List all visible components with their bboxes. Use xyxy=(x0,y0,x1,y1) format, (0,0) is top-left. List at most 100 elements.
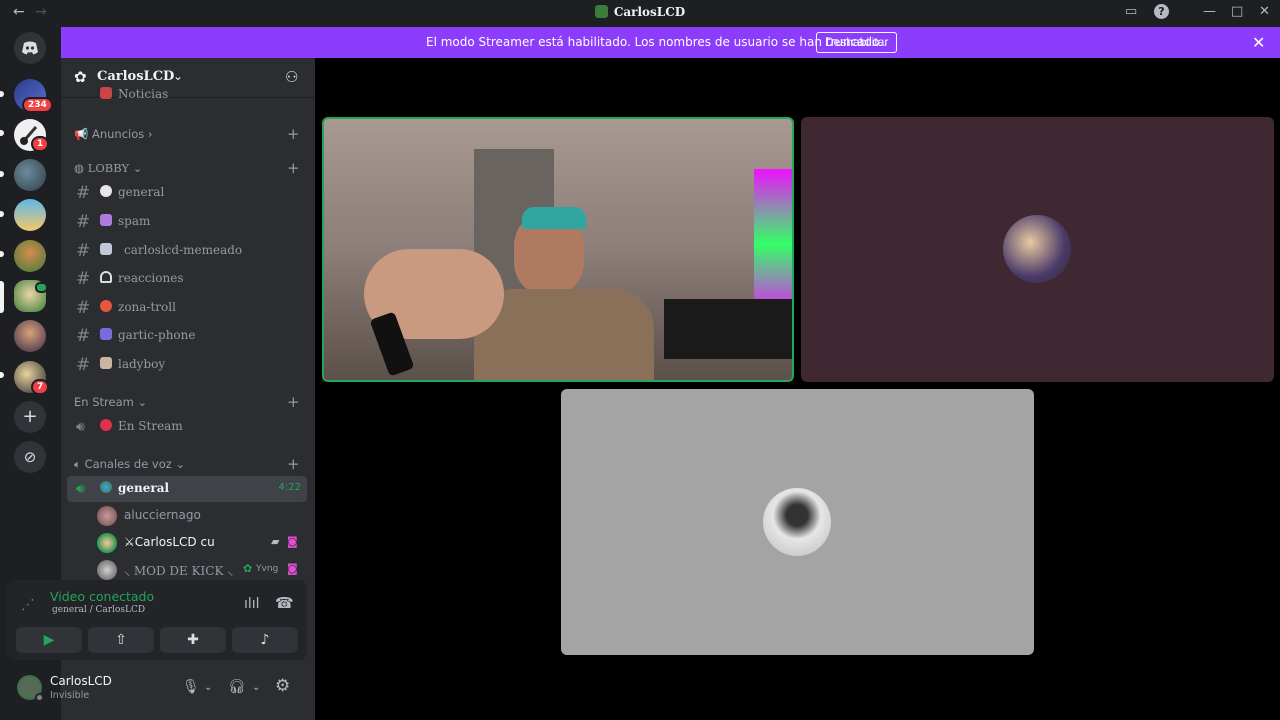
channel-emoji-icon xyxy=(100,214,112,226)
server-icon[interactable] xyxy=(14,320,46,352)
server-icon[interactable] xyxy=(14,240,46,272)
discover-icon[interactable]: ⊘ xyxy=(14,441,46,473)
server-badge-icon: ✿ xyxy=(74,68,87,86)
channel-spam[interactable]: # spam xyxy=(67,209,307,235)
server-icon[interactable] xyxy=(14,159,46,191)
close-icon[interactable]: ✕ xyxy=(1252,33,1265,52)
banner-message: El modo Streamer está habilitado. Los no… xyxy=(426,35,884,49)
add-channel-icon[interactable]: + xyxy=(287,393,300,411)
hash-icon: # xyxy=(76,355,91,375)
voice-user[interactable]: ⸜ MOD DE KICK ⸜ ✿ Yvng ◙ xyxy=(97,558,307,582)
streaming-icon: ◙ xyxy=(287,562,298,575)
category-anuncios[interactable]: 📢 Anuncios › xyxy=(74,127,153,141)
server-tag-icon: ✿ xyxy=(243,562,253,575)
voice-location[interactable]: general / CarlosLCD xyxy=(52,605,145,615)
streaming-icon: ◙ xyxy=(287,535,298,548)
channel-emoji-icon xyxy=(100,87,112,99)
hash-icon: # xyxy=(76,326,91,346)
channel-partial[interactable]: Noticias xyxy=(67,87,307,101)
chevron-down-icon[interactable]: ⌄ xyxy=(252,682,260,693)
camera-icon: ▰ xyxy=(271,535,280,548)
disconnect-icon[interactable]: ☎ xyxy=(275,594,294,612)
gear-icon[interactable]: ⚙ xyxy=(275,676,290,696)
mention-badge: 234 xyxy=(22,97,53,113)
channel-gartic-phone[interactable]: # gartic-phone xyxy=(67,323,307,349)
voice-channel-general[interactable]: 🔊︎ general 4:22 xyxy=(67,476,307,502)
speaker-icon: 🔊︎ xyxy=(76,481,85,497)
camera-button[interactable]: ▶ xyxy=(16,627,82,653)
headphones-icon[interactable]: 🎧︎ xyxy=(228,679,246,695)
selected-pill xyxy=(0,281,4,313)
hash-icon: # xyxy=(76,183,91,203)
discord-home-icon[interactable] xyxy=(14,32,46,64)
chevron-down-icon[interactable]: ⌄ xyxy=(204,682,212,693)
streamer-mode-banner: El modo Streamer está habilitado. Los no… xyxy=(61,27,1280,58)
hash-icon: # xyxy=(76,212,91,232)
live-dot-icon xyxy=(100,419,112,431)
avatar xyxy=(97,506,117,526)
username[interactable]: CarlosLCD xyxy=(50,674,112,688)
unread-pill xyxy=(0,251,4,257)
mention-badge: 7 xyxy=(31,379,50,395)
activities-button[interactable]: ✚ xyxy=(160,627,226,653)
voice-user[interactable]: ⚔CarlosLCD cu ▰ ◙ xyxy=(97,531,307,555)
desk xyxy=(664,299,792,359)
add-server-icon[interactable]: + xyxy=(14,401,46,433)
live-indicator-icon xyxy=(35,282,48,293)
disable-streamer-mode-button[interactable]: Deshabilitar xyxy=(816,32,898,53)
noise-suppression-icon[interactable]: ılıl xyxy=(244,596,260,612)
invite-people-icon[interactable]: ⚇ xyxy=(285,68,298,86)
channel-reacciones[interactable]: # reacciones xyxy=(67,266,307,292)
channel-emoji-icon xyxy=(100,357,112,369)
close-window-button[interactable]: ✕ xyxy=(1259,4,1270,19)
speech-bubble-icon xyxy=(100,185,112,197)
minimize-button[interactable]: — xyxy=(1203,4,1216,19)
hash-icon: # xyxy=(76,298,91,318)
unread-pill xyxy=(0,171,4,177)
video-tile-webcam[interactable] xyxy=(322,117,794,382)
video-tile-avatar[interactable] xyxy=(801,117,1274,382)
share-screen-button[interactable]: ⇧ xyxy=(88,627,154,653)
microphone-icon[interactable]: 🎙︎ xyxy=(182,679,200,695)
stage-channel-en-stream[interactable]: 🔊︎ En Stream xyxy=(67,414,307,440)
voice-user[interactable]: alucciernago xyxy=(97,504,307,528)
chevron-down-icon: ⌄ xyxy=(173,69,184,83)
server-tag: Yvng xyxy=(256,564,279,574)
participant-avatar xyxy=(1003,215,1071,283)
avatar xyxy=(97,533,117,553)
server-logo-icon xyxy=(594,5,608,18)
headphones-icon xyxy=(100,271,112,283)
channel-zona-troll[interactable]: # zona-troll xyxy=(67,295,307,321)
cap xyxy=(522,207,586,229)
hash-icon: # xyxy=(76,269,91,289)
add-channel-icon[interactable]: + xyxy=(287,125,300,143)
channel-emoji-icon xyxy=(100,243,112,255)
voice-status[interactable]: Video conectado xyxy=(50,589,154,604)
video-tile-avatar[interactable] xyxy=(561,389,1034,655)
category-lobby[interactable]: ◍ LOBBY ⌄ xyxy=(74,161,142,175)
soundboard-button[interactable]: ♪ xyxy=(232,627,298,653)
video-stage xyxy=(315,58,1280,720)
hash-icon: # xyxy=(76,241,91,261)
add-channel-icon[interactable]: + xyxy=(287,455,300,473)
category-canales-de-voz[interactable]: 🔈︎ Canales de voz ⌄ xyxy=(74,457,185,472)
server-icon[interactable] xyxy=(14,199,46,231)
window-title: CarlosLCD xyxy=(0,5,1280,19)
channel-general[interactable]: # general xyxy=(67,180,307,206)
channel-memeado[interactable]: # carloslcd-memeado xyxy=(67,238,307,264)
help-icon[interactable]: ? xyxy=(1154,4,1169,19)
maximize-button[interactable]: □ xyxy=(1231,4,1243,19)
rgb-light xyxy=(754,169,792,319)
add-channel-icon[interactable]: + xyxy=(287,159,300,177)
channel-emoji-icon xyxy=(100,300,112,312)
speaker-icon: 🔊︎ xyxy=(76,419,85,435)
globe-icon xyxy=(100,481,112,493)
voice-timer: 4:22 xyxy=(278,482,301,493)
unread-pill xyxy=(0,130,4,136)
category-en-stream[interactable]: En Stream ⌄ xyxy=(74,395,147,409)
avatar xyxy=(97,560,117,580)
channel-ladyboy[interactable]: # ladyboy xyxy=(67,352,307,378)
signal-strength-icon[interactable]: ⋰ xyxy=(21,597,35,613)
inbox-icon[interactable]: ▭ xyxy=(1125,4,1137,19)
user-panel: CarlosLCD Invisible 🎙︎ ⌄ 🎧︎ ⌄ ⚙ xyxy=(7,666,307,710)
